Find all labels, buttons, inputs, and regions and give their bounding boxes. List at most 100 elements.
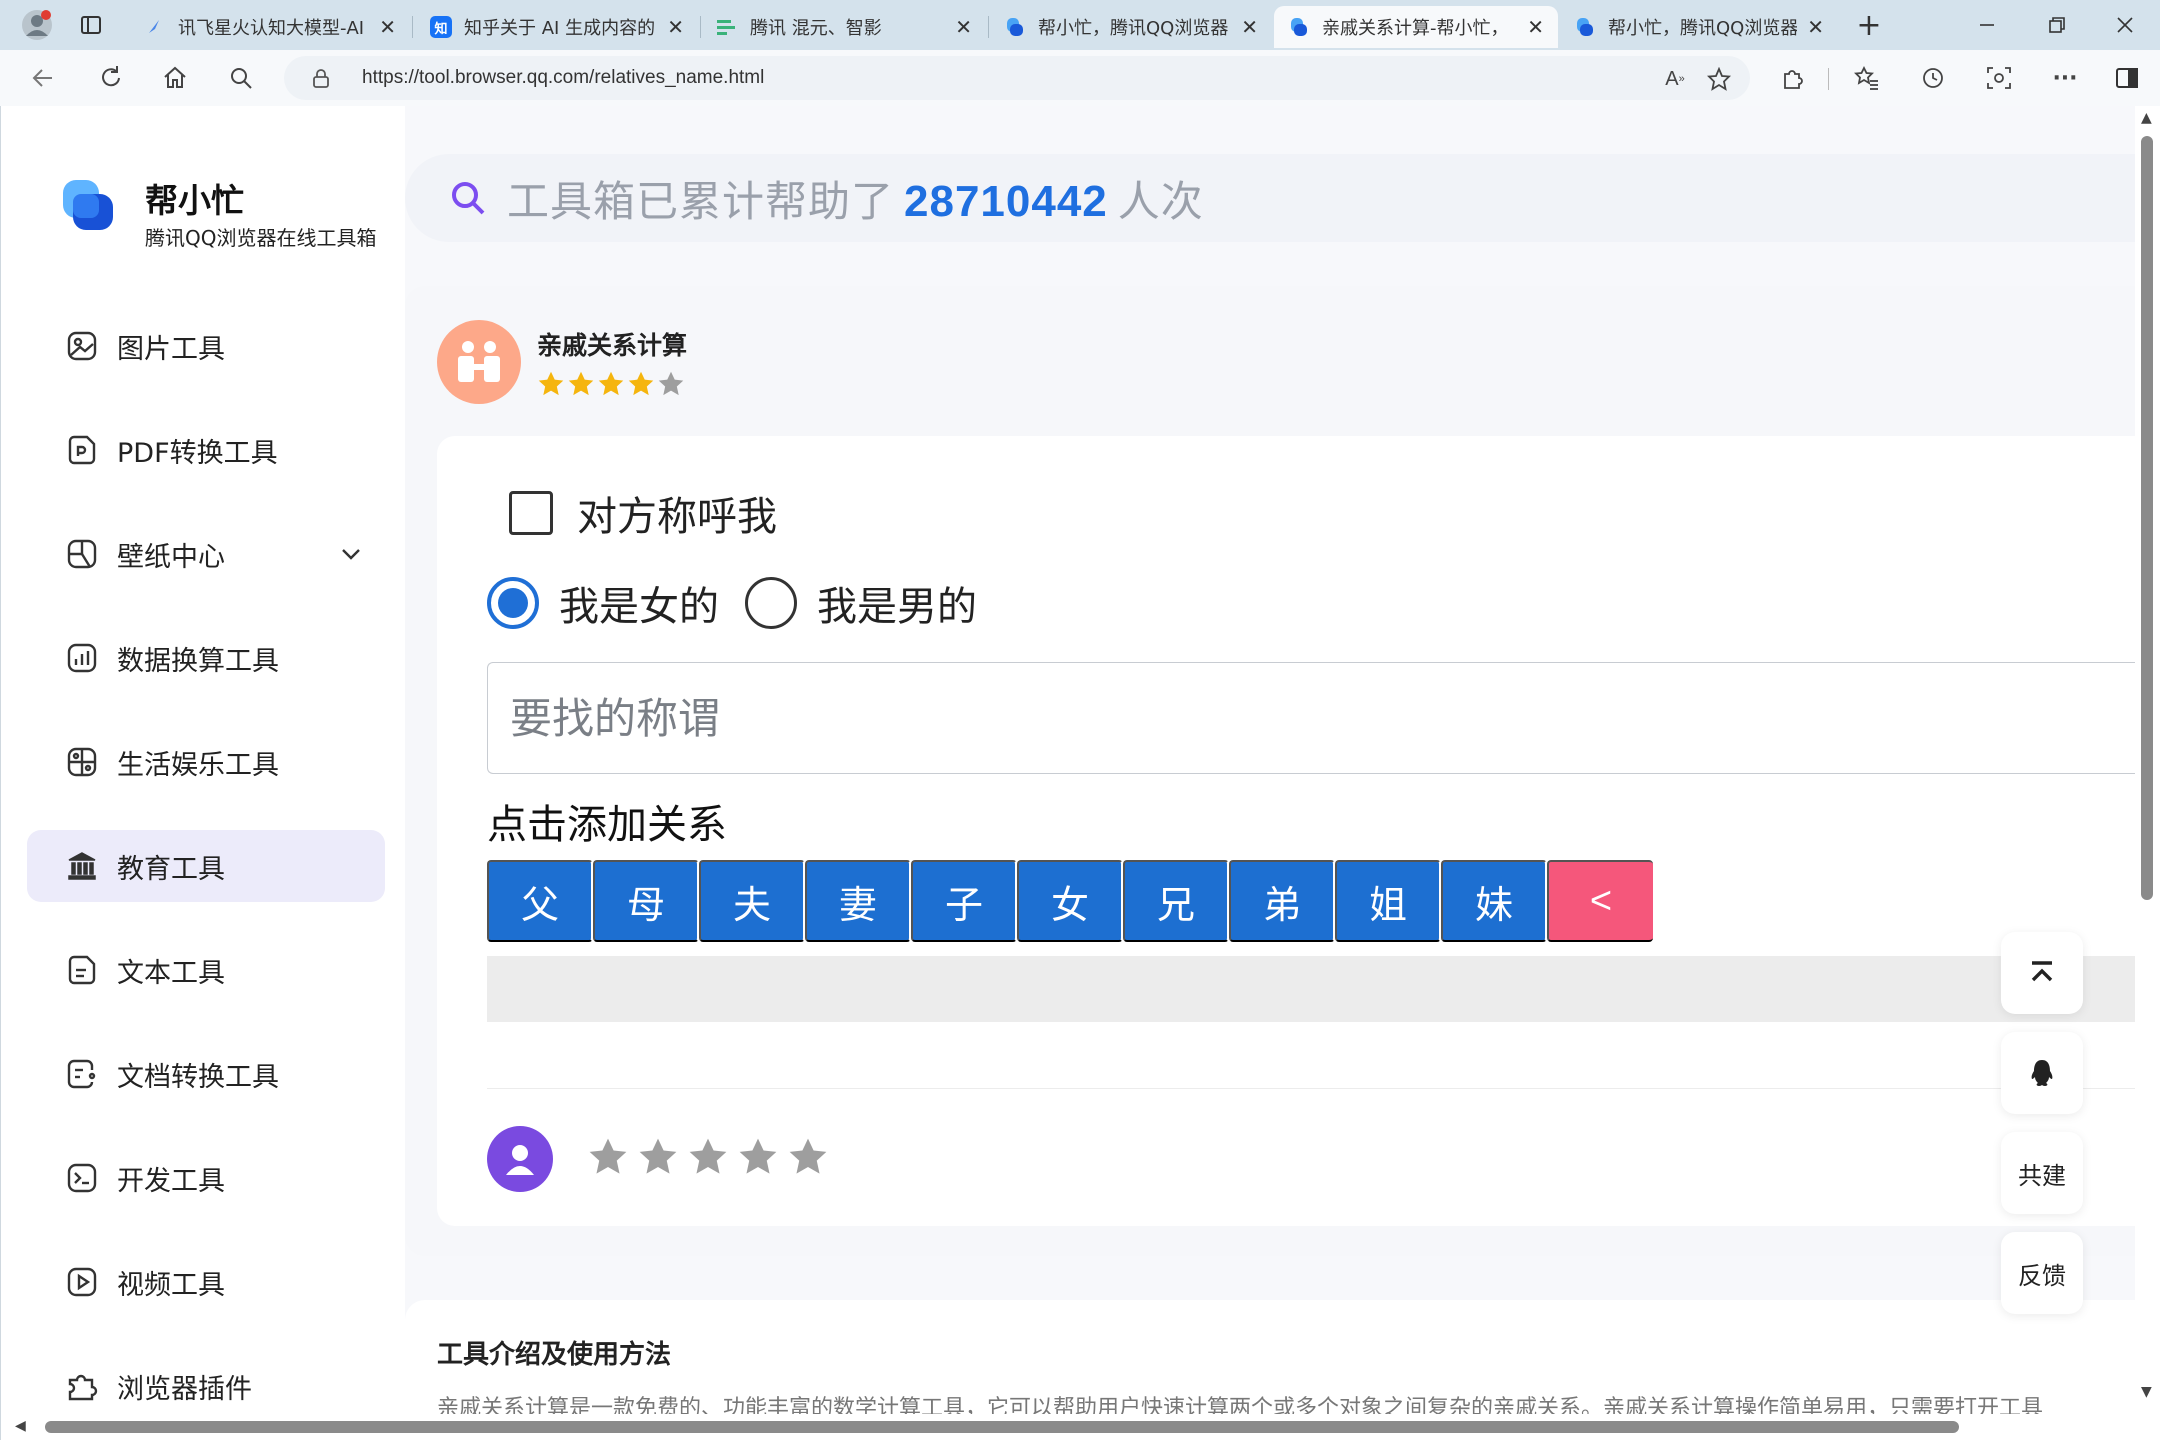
relation-button-elder-sister[interactable]: 姐 [1335, 860, 1441, 942]
search-icon[interactable] [449, 179, 487, 217]
relation-button-younger-sister[interactable]: 妹 [1441, 860, 1547, 942]
help-count: 28710442 [904, 176, 1108, 226]
arrow-up-icon [2031, 961, 2053, 982]
history-icon[interactable] [1912, 58, 1954, 98]
star-icon[interactable] [787, 1136, 829, 1182]
user-rating[interactable] [587, 1136, 829, 1182]
read-aloud-icon[interactable]: A» [1660, 66, 1690, 92]
cocreate-button[interactable]: 共建 [2001, 1132, 2083, 1214]
scrollbar-thumb[interactable] [2141, 136, 2153, 900]
feedback-button[interactable]: 反馈 [2001, 1232, 2083, 1314]
tab-close-icon[interactable]: ✕ [1241, 15, 1258, 39]
qq-button[interactable] [2001, 1032, 2083, 1114]
minimize-button[interactable] [1964, 6, 2010, 44]
sidebar-item-label: 文档转换工具 [117, 1061, 279, 1093]
scrollbar-thumb[interactable] [45, 1421, 1959, 1433]
female-radio[interactable] [487, 577, 539, 629]
chart-icon [65, 641, 99, 675]
main-content: 工具箱已累计帮助了 28710442 人次 亲戚关系计算 对方称呼我 我是女的 我是… [405, 106, 2135, 1440]
screenshot-icon[interactable] [1978, 58, 2020, 98]
female-label[interactable]: 我是女的 [559, 574, 719, 632]
sidebar-item-video-tools[interactable]: 视频工具 [27, 1246, 385, 1318]
tab-bar: 讯飞星火认知大模型-AI ✕ 知 知乎关于 AI 生成内容的 ✕ 腾讯 混元、智… [0, 0, 2160, 50]
reverse-checkbox[interactable] [509, 491, 553, 535]
extensions-icon[interactable] [1772, 58, 1814, 98]
sidebar-item-data-conversion[interactable]: 数据换算工具 [27, 622, 385, 694]
relation-button-daughter[interactable]: 女 [1017, 860, 1123, 942]
home-button[interactable] [154, 58, 196, 98]
sidebar-item-education[interactable]: 教育工具 [27, 830, 385, 902]
star-icon[interactable] [737, 1136, 779, 1182]
sidebar-item-pdf-tools[interactable]: PDF转换工具 [27, 414, 385, 486]
chevron-down-icon[interactable] [339, 542, 363, 566]
refresh-button[interactable] [90, 58, 132, 98]
education-icon [65, 849, 99, 883]
star-icon[interactable] [637, 1136, 679, 1182]
reverse-option[interactable]: 对方称呼我 [509, 484, 777, 542]
scroll-top-button[interactable] [2001, 932, 2083, 1014]
favorites-icon[interactable] [1846, 58, 1888, 98]
hunyuan-favicon-icon [716, 16, 738, 38]
sidebar-item-text-tools[interactable]: 文本工具 [27, 934, 385, 1006]
sidebar-item-life-entertainment[interactable]: 生活娱乐工具 [27, 726, 385, 798]
address-bar[interactable]: https://tool.browser.qq.com/relatives_na… [284, 56, 1750, 100]
brand-name[interactable]: 帮小忙 [145, 174, 244, 222]
tab-close-icon[interactable]: ✕ [667, 15, 684, 39]
relation-button-wife[interactable]: 妻 [805, 860, 911, 942]
search-bar[interactable]: 工具箱已累计帮助了 28710442 人次 [405, 154, 2135, 242]
wallpaper-icon [65, 537, 99, 571]
url-text[interactable]: https://tool.browser.qq.com/relatives_na… [362, 67, 764, 89]
sidebar-toggle-icon[interactable] [2106, 58, 2148, 98]
bangxiaomang-logo-icon[interactable] [59, 176, 119, 236]
vertical-scrollbar[interactable]: ▲ ▼ [2135, 106, 2160, 1440]
scroll-left-arrow-icon[interactable]: ◀ [15, 1418, 26, 1434]
sidebar-item-document-conversion[interactable]: 文档转换工具 [27, 1038, 385, 1110]
tab-zhihu[interactable]: 知 知乎关于 AI 生成内容的 ✕ [416, 6, 698, 48]
back-button[interactable] [22, 58, 64, 98]
relation-button-father[interactable]: 父 [487, 860, 593, 942]
sidebar-item-dev-tools[interactable]: 开发工具 [27, 1142, 385, 1214]
male-radio[interactable] [745, 577, 797, 629]
tab-bangxiaomang-1[interactable]: 帮小忙，腾讯QQ浏览器 ✕ [990, 6, 1272, 48]
profile-avatar[interactable] [14, 6, 60, 44]
document-icon [65, 1057, 99, 1091]
relation-input[interactable] [487, 662, 2135, 774]
sidebar-item-wallpaper[interactable]: 壁纸中心 [27, 518, 385, 590]
favorite-star-icon[interactable] [1704, 66, 1734, 92]
new-tab-button[interactable]: + [1846, 6, 1892, 44]
more-menu-icon[interactable]: ··· [2044, 58, 2086, 98]
sidebar-item-label: 数据换算工具 [117, 645, 279, 677]
tab-close-icon[interactable]: ✕ [955, 15, 972, 39]
relation-button-elder-brother[interactable]: 兄 [1123, 860, 1229, 942]
sidebar-item-browser-plugins[interactable]: 浏览器插件 [27, 1350, 385, 1422]
horizontal-scrollbar[interactable]: ◀ [1, 1414, 2135, 1440]
sidebar-item-label: 教育工具 [117, 853, 225, 885]
tab-xunfei[interactable]: 讯飞星火认知大模型-AI ✕ [130, 6, 410, 48]
bangxiaomang-favicon-icon [1004, 16, 1026, 38]
reverse-label[interactable]: 对方称呼我 [577, 484, 777, 542]
avatar[interactable] [487, 1126, 553, 1192]
relation-button-son[interactable]: 子 [911, 860, 1017, 942]
scroll-up-arrow-icon[interactable]: ▲ [2141, 110, 2152, 126]
scroll-down-arrow-icon[interactable]: ▼ [2141, 1384, 2152, 1400]
tool-rating [537, 370, 685, 402]
star-icon[interactable] [687, 1136, 729, 1182]
sidebar-item-image-tools[interactable]: 图片工具 [27, 310, 385, 382]
tab-bangxiaomang-2[interactable]: 帮小忙，腾讯QQ浏览器 ✕ [1560, 6, 1838, 48]
tab-close-icon[interactable]: ✕ [379, 15, 396, 39]
close-window-button[interactable] [2102, 6, 2148, 44]
lock-icon[interactable] [310, 67, 332, 89]
tab-close-icon[interactable]: ✕ [1527, 15, 1544, 39]
search-icon[interactable] [220, 58, 262, 98]
tab-relatives-active[interactable]: 亲戚关系计算-帮小忙， ✕ [1274, 6, 1558, 48]
tab-actions-icon[interactable] [68, 6, 114, 44]
tab-close-icon[interactable]: ✕ [1807, 15, 1824, 39]
relation-button-mother[interactable]: 母 [593, 860, 699, 942]
backspace-button[interactable]: < [1547, 860, 1653, 942]
restore-button[interactable] [2034, 6, 2080, 44]
tab-tencent-hunyuan[interactable]: 腾讯 混元、智影 ✕ [702, 6, 986, 48]
male-label[interactable]: 我是男的 [817, 574, 977, 632]
relation-button-younger-brother[interactable]: 弟 [1229, 860, 1335, 942]
star-icon[interactable] [587, 1136, 629, 1182]
relation-button-husband[interactable]: 夫 [699, 860, 805, 942]
